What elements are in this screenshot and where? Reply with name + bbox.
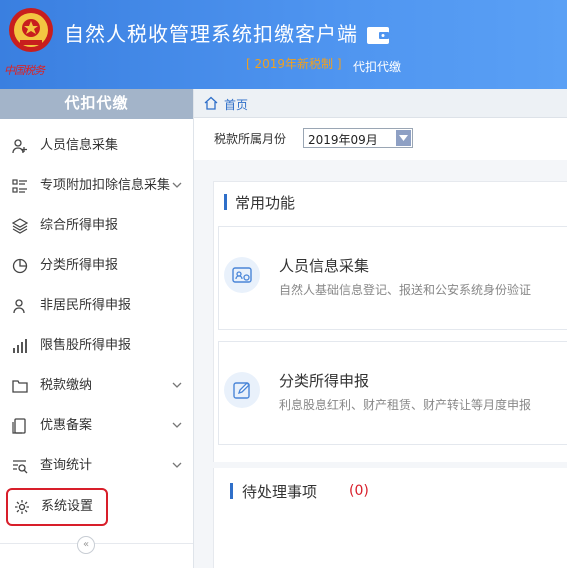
chevron-down-icon bbox=[172, 462, 182, 468]
breadcrumb-home[interactable]: 首页 bbox=[224, 96, 248, 113]
sidebar-item-label: 综合所得申报 bbox=[40, 218, 119, 233]
sidebar-item-label: 系统设置 bbox=[41, 499, 94, 514]
section-accent-bar bbox=[230, 483, 233, 499]
sidebar-item-system-settings[interactable]: 系统设置 bbox=[6, 488, 108, 526]
card-title: 分类所得申报 bbox=[279, 372, 370, 390]
pie-icon bbox=[12, 258, 28, 274]
tax-month-value: 2019年09月 bbox=[308, 133, 378, 147]
section-accent-bar bbox=[224, 194, 227, 210]
sidebar-item-label: 查询统计 bbox=[40, 458, 93, 473]
collapse-sidebar-button[interactable]: « bbox=[77, 536, 95, 554]
todo-panel: 待处理事项 bbox=[213, 468, 567, 568]
sidebar-item-label: 限售股所得申报 bbox=[40, 338, 132, 353]
folder-icon bbox=[12, 380, 28, 393]
sidebar-item-query[interactable]: 查询统计 bbox=[0, 446, 193, 486]
wallet-icon bbox=[367, 27, 389, 44]
section-title: 常用功能 bbox=[235, 194, 296, 212]
version-label: [ 2019年新税制 ] bbox=[246, 57, 342, 71]
sidebar-item-restricted-stock[interactable]: 限售股所得申报 bbox=[0, 326, 193, 366]
card-category-income[interactable]: 分类所得申报 利息股息红利、财产租赁、财产转让等月度申报 bbox=[218, 341, 567, 445]
sidebar-item-comprehensive[interactable]: 综合所得申报 bbox=[0, 206, 193, 246]
sidebar-item-label: 税款缴纳 bbox=[40, 378, 93, 393]
sidebar-item-tax-payment[interactable]: 税款缴纳 bbox=[0, 366, 193, 406]
sidebar-item-label: 人员信息采集 bbox=[40, 138, 119, 153]
tax-month-label: 税款所属月份 bbox=[214, 132, 287, 146]
sidebar-item-preferential[interactable]: 优惠备案 bbox=[0, 406, 193, 446]
sidebar-item-label: 分类所得申报 bbox=[40, 258, 119, 273]
sidebar-item-person-info[interactable]: 人员信息采集 bbox=[0, 126, 193, 166]
module-label[interactable]: 代扣代缴 bbox=[353, 58, 401, 75]
chevron-down-icon bbox=[399, 135, 408, 141]
emblem-caption: 中国税务 bbox=[4, 64, 45, 77]
bar-chart-icon bbox=[13, 339, 27, 353]
tax-month-select[interactable]: 2019年09月 bbox=[303, 128, 413, 148]
app-header: 中国税务 自然人税收管理系统扣缴客户端 [ 2019年新税制 ] 代扣代缴 bbox=[0, 0, 567, 89]
list-icon bbox=[12, 179, 27, 193]
dropdown-button[interactable] bbox=[396, 130, 411, 146]
todo-count-badge[interactable]: (0) bbox=[349, 483, 369, 499]
home-icon[interactable] bbox=[204, 96, 218, 110]
sidebar: 代扣代缴 人员信息采集 专项附加扣除信息采集 综合所得申报 分类所得申报 非居民… bbox=[0, 89, 194, 568]
breadcrumb: 首页 bbox=[194, 89, 567, 118]
card-person-info[interactable]: 人员信息采集 自然人基础信息登记、报送和公安系统身份验证 bbox=[218, 226, 567, 330]
person-icon bbox=[13, 299, 25, 314]
sidebar-item-label: 非居民所得申报 bbox=[40, 298, 132, 313]
tax-emblem-icon bbox=[9, 8, 53, 52]
sidebar-item-category[interactable]: 分类所得申报 bbox=[0, 246, 193, 286]
gear-icon bbox=[15, 500, 29, 514]
search-list-icon bbox=[13, 460, 28, 474]
card-title: 人员信息采集 bbox=[279, 257, 370, 275]
sidebar-item-label: 优惠备案 bbox=[40, 418, 93, 433]
chevron-down-icon bbox=[172, 382, 182, 388]
chevron-down-icon bbox=[172, 422, 182, 428]
id-card-icon bbox=[224, 257, 260, 293]
person-add-icon bbox=[12, 139, 27, 154]
todo-title: 待处理事项 bbox=[242, 483, 318, 501]
layers-icon bbox=[12, 218, 28, 234]
sidebar-item-label: 专项附加扣除信息采集 bbox=[40, 178, 171, 193]
sidebar-title: 代扣代缴 bbox=[0, 89, 193, 119]
edit-icon bbox=[224, 372, 260, 408]
divider bbox=[0, 543, 193, 544]
card-description: 自然人基础信息登记、报送和公安系统身份验证 bbox=[279, 283, 532, 297]
sidebar-item-special-deduction[interactable]: 专项附加扣除信息采集 bbox=[0, 166, 193, 206]
chevron-down-icon bbox=[172, 182, 182, 188]
document-icon bbox=[12, 418, 26, 434]
card-description: 利息股息红利、财产租赁、财产转让等月度申报 bbox=[279, 398, 532, 412]
app-title: 自然人税收管理系统扣缴客户端 bbox=[64, 22, 358, 46]
sidebar-item-nonresident[interactable]: 非居民所得申报 bbox=[0, 286, 193, 326]
